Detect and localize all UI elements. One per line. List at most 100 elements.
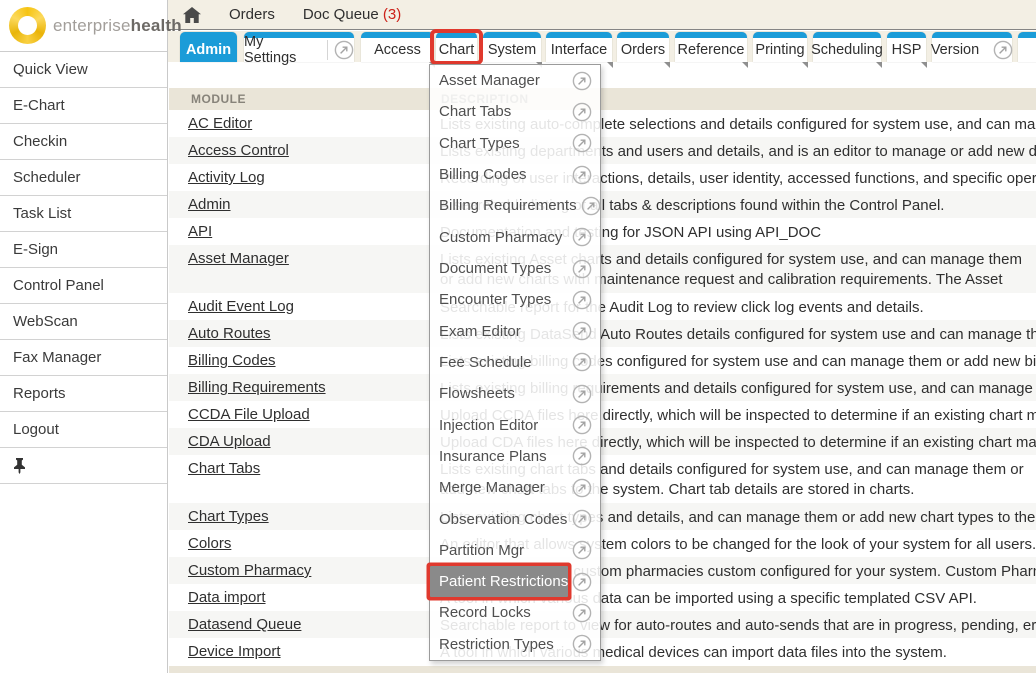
external-link-icon[interactable]	[572, 446, 592, 466]
module-link-billing-codes[interactable]: Billing Codes	[188, 352, 276, 369]
dropdown-item-record-locks[interactable]: Record Locks	[430, 597, 600, 628]
tab-admin[interactable]: Admin	[180, 32, 237, 62]
module-link-ac-editor[interactable]: AC Editor	[188, 115, 252, 132]
sidebar-item-checkin[interactable]: Checkin	[0, 124, 167, 160]
tab-system[interactable]: System	[483, 32, 541, 62]
sidebar-item-reports[interactable]: Reports	[0, 376, 167, 412]
dropdown-item-restriction-types[interactable]: Restriction Types	[430, 629, 600, 660]
tab-interface[interactable]: Interface	[546, 32, 612, 62]
external-link-icon[interactable]	[572, 133, 592, 153]
external-link-icon[interactable]	[572, 290, 592, 310]
dropdown-item-custom-pharmacy[interactable]: Custom Pharmacy	[430, 222, 600, 253]
sidebar-item-e-chart[interactable]: E-Chart	[0, 88, 167, 124]
external-link-icon[interactable]	[572, 321, 592, 341]
dropdown-item-billing-requirements[interactable]: Billing Requirements	[430, 190, 600, 221]
external-link-icon[interactable]	[572, 634, 592, 654]
dropdown-item-label-wrap: Billing Codes	[430, 159, 568, 190]
dropdown-item-partition-mgr[interactable]: Partition Mgr	[430, 535, 600, 566]
tab-dropdown-fold-icon	[664, 62, 670, 68]
module-link-chart-types[interactable]: Chart Types	[188, 508, 269, 525]
external-link-icon[interactable]	[572, 415, 592, 435]
dropdown-item-asset-manager[interactable]: Asset Manager	[430, 65, 600, 96]
external-link-icon[interactable]	[993, 40, 1013, 60]
sidebar-item-scheduler[interactable]: Scheduler	[0, 160, 167, 196]
tab-chart[interactable]: Chart	[436, 32, 477, 62]
tab-hsp[interactable]: HSP	[887, 32, 926, 62]
dropdown-item-label-wrap: Encounter Types	[430, 284, 568, 315]
module-link-colors[interactable]: Colors	[188, 535, 231, 552]
module-link-billing-requirements[interactable]: Billing Requirements	[188, 379, 326, 396]
dropdown-item-chart-types[interactable]: Chart Types	[430, 128, 600, 159]
tab-version[interactable]: Version	[932, 32, 1012, 62]
module-link-audit-event-log[interactable]: Audit Event Log	[188, 298, 294, 315]
module-link-api[interactable]: API	[188, 223, 212, 240]
dropdown-item-injection-editor[interactable]: Injection Editor	[430, 409, 600, 440]
dropdown-item-fee-schedule[interactable]: Fee Schedule	[430, 347, 600, 378]
external-link-icon[interactable]	[572, 603, 592, 623]
dropdown-item-label-wrap: Chart Tabs	[430, 96, 568, 127]
sidebar-item-fax-manager[interactable]: Fax Manager	[0, 340, 167, 376]
dropdown-item-billing-codes[interactable]: Billing Codes	[430, 159, 600, 190]
sidebar-item-task-list[interactable]: Task List	[0, 196, 167, 232]
sidebar-item-webscan[interactable]: WebScan	[0, 304, 167, 340]
topbar-link-orders[interactable]: Orders	[229, 6, 275, 23]
module-link-auto-routes[interactable]: Auto Routes	[188, 325, 271, 342]
sidebar-pin-button[interactable]	[0, 448, 167, 484]
dropdown-item-document-types[interactable]: Document Types	[430, 253, 600, 284]
tab-label: Orders	[621, 42, 665, 58]
dropdown-item-patient-restrictions[interactable]: Patient Restrictions	[430, 566, 600, 597]
external-link-icon[interactable]	[572, 227, 592, 247]
module-link-admin[interactable]: Admin	[188, 196, 231, 213]
topbar-link-doc-queue[interactable]: Doc Queue (3)	[303, 6, 401, 23]
tab-label: Interface	[551, 42, 607, 58]
external-link-icon[interactable]	[572, 165, 592, 185]
module-link-access-control[interactable]: Access Control	[188, 142, 289, 159]
dropdown-item-insurance-plans[interactable]: Insurance Plans	[430, 441, 600, 472]
module-link-chart-tabs[interactable]: Chart Tabs	[188, 460, 260, 477]
external-link-icon[interactable]	[334, 40, 354, 60]
external-link-icon[interactable]	[572, 384, 592, 404]
module-link-device-import[interactable]: Device Import	[188, 643, 281, 660]
tab-printing[interactable]: Printing	[753, 32, 807, 62]
module-link-activity-log[interactable]: Activity Log	[188, 169, 265, 186]
module-link-cda-upload[interactable]: CDA Upload	[188, 433, 271, 450]
table-row: Custom PharmacyLists existing active cus…	[169, 557, 1036, 584]
sidebar-item-quick-view[interactable]: Quick View	[0, 52, 167, 88]
dropdown-item-flowsheets[interactable]: Flowsheets	[430, 378, 600, 409]
external-link-icon[interactable]	[572, 102, 592, 122]
external-link-icon[interactable]	[572, 259, 592, 279]
sidebar-item-logout[interactable]: Logout	[0, 412, 167, 448]
tab-my-settings[interactable]: My Settings	[244, 32, 354, 62]
tab-label: Version	[931, 42, 979, 58]
dropdown-item-label: Document Types	[439, 260, 551, 277]
table-header: MODULE DESCRIPTION	[169, 88, 1036, 110]
external-link-icon[interactable]	[572, 509, 592, 529]
module-link-ccda-file-upload[interactable]: CCDA File Upload	[188, 406, 310, 423]
external-link-icon[interactable]	[572, 478, 592, 498]
dropdown-item-label: Asset Manager	[439, 72, 540, 89]
module-link-data-import[interactable]: Data import	[188, 589, 266, 606]
module-link-asset-manager[interactable]: Asset Manager	[188, 250, 289, 267]
home-button[interactable]	[183, 7, 201, 23]
external-link-icon[interactable]	[572, 540, 592, 560]
dropdown-item-merge-manager[interactable]: Merge Manager	[430, 472, 600, 503]
tab-partial[interactable]	[1018, 32, 1036, 62]
dropdown-item-observation-codes[interactable]: Observation Codes	[430, 503, 600, 534]
sidebar-item-control-panel[interactable]: Control Panel	[0, 268, 167, 304]
external-link-icon[interactable]	[572, 572, 592, 592]
dropdown-item-label-wrap: Chart Types	[430, 128, 568, 159]
external-link-icon[interactable]	[581, 196, 601, 216]
external-link-icon[interactable]	[572, 71, 592, 91]
dropdown-item-chart-tabs[interactable]: Chart Tabs	[430, 96, 600, 127]
module-link-datasend-queue[interactable]: Datasend Queue	[188, 616, 301, 633]
tab-scheduling[interactable]: Scheduling	[813, 32, 881, 62]
sidebar-item-e-sign[interactable]: E-Sign	[0, 232, 167, 268]
dropdown-item-exam-editor[interactable]: Exam Editor	[430, 316, 600, 347]
external-link-icon[interactable]	[572, 352, 592, 372]
tab-access[interactable]: Access	[361, 32, 434, 62]
tab-reference[interactable]: Reference	[675, 32, 747, 62]
tab-orders[interactable]: Orders	[617, 32, 669, 62]
module-link-custom-pharmacy[interactable]: Custom Pharmacy	[188, 562, 311, 579]
module-cell: Datasend Queue	[169, 611, 440, 638]
dropdown-item-encounter-types[interactable]: Encounter Types	[430, 284, 600, 315]
